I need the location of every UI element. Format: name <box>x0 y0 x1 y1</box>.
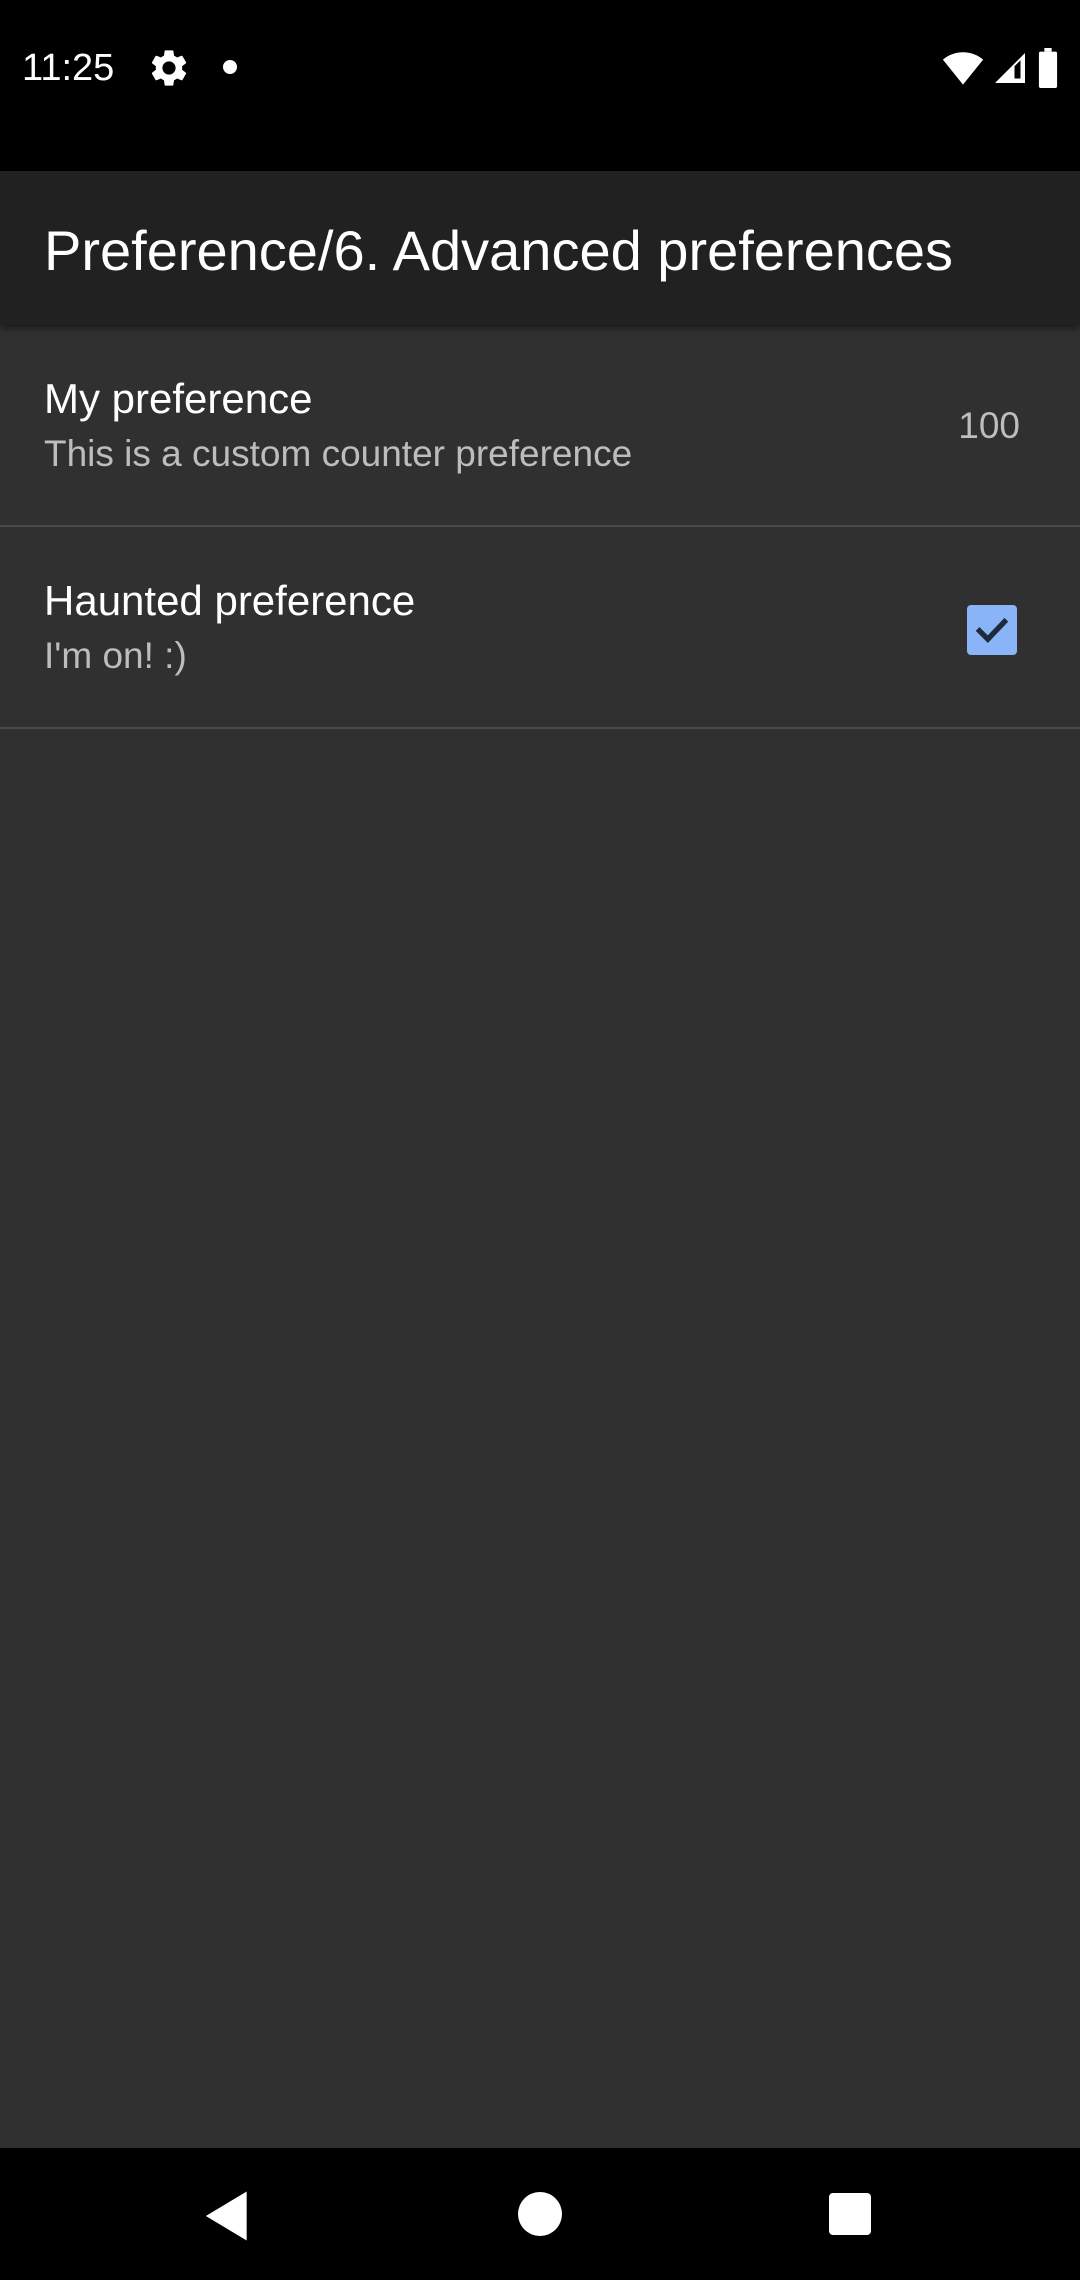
notification-dot-icon <box>223 60 237 74</box>
pref-item-my-preference[interactable]: My preference This is a custom counter p… <box>0 325 1080 527</box>
home-icon[interactable] <box>518 2192 562 2236</box>
status-icons <box>942 44 1060 92</box>
pref-summary: This is a custom counter preference <box>44 433 633 474</box>
counter-value: 100 <box>958 405 1020 446</box>
wifi-icon <box>942 52 984 85</box>
status-time: 11:25 <box>22 47 115 89</box>
haunted-checkbox[interactable] <box>967 605 1017 655</box>
status-bar: 11:25 <box>0 0 1080 171</box>
preference-list: My preference This is a custom counter p… <box>0 325 1080 729</box>
pref-summary: I'm on! :) <box>44 635 187 676</box>
pref-title: Haunted preference <box>44 577 416 624</box>
back-icon[interactable] <box>200 2188 256 2244</box>
cell-signal-icon <box>995 53 1025 83</box>
page-title: Preference/6. Advanced preferences <box>44 219 954 282</box>
checkmark-icon <box>975 617 1009 643</box>
pref-item-haunted-preference[interactable]: Haunted preference I'm on! :) <box>0 527 1080 729</box>
recents-icon[interactable] <box>829 2193 871 2235</box>
pref-title: My preference <box>44 375 313 422</box>
settings-gear-icon <box>151 50 187 86</box>
navigation-bar <box>0 2148 1080 2280</box>
battery-icon <box>1038 48 1058 88</box>
screen: 11:25 Preference/6. Advanced preferences… <box>0 0 1080 2280</box>
app-bar: Preference/6. Advanced preferences <box>0 171 1080 325</box>
